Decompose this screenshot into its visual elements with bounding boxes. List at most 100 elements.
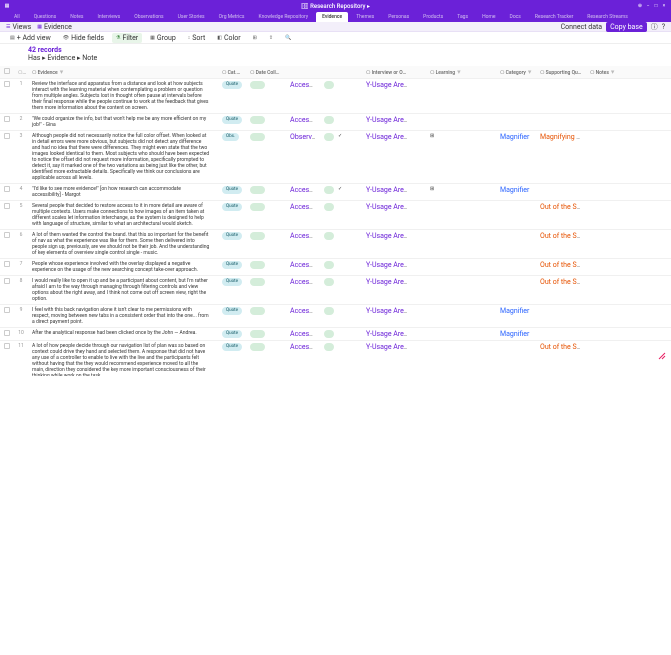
table-row[interactable]: 9I feel with this back navigation alone … xyxy=(0,305,671,328)
tab-all[interactable]: All xyxy=(8,12,26,22)
tab-personas[interactable]: Personas xyxy=(382,12,415,22)
row-height-button[interactable]: ⊞ xyxy=(249,34,261,42)
col-header[interactable]: ⎔ Evidence▾ xyxy=(28,66,218,79)
col-header[interactable] xyxy=(348,66,362,79)
tab-knowledge-repository[interactable]: Knowledge Repository xyxy=(253,12,315,22)
current-view[interactable]: ▦ Evidence xyxy=(37,23,72,31)
col-header[interactable]: ⎔ #▾ xyxy=(14,66,28,79)
col-header[interactable]: ⎔ Interview or Observation▾ xyxy=(362,66,412,79)
connect-data[interactable]: Connect data xyxy=(561,23,603,31)
interview-link[interactable]: Y-Usage Area Testing Direct xyxy=(366,261,412,269)
interview-link[interactable]: Y-Usage Area Testing Direct xyxy=(366,116,412,124)
table-row[interactable]: 10After the analytical response had been… xyxy=(0,328,671,341)
row-checkbox[interactable] xyxy=(4,343,10,349)
row-checkbox[interactable] xyxy=(4,307,10,313)
tab-interviews[interactable]: Interviews xyxy=(91,12,126,22)
interview-link[interactable]: Y-Usage Area Testing Direct xyxy=(366,186,412,194)
resize-handle-icon[interactable] xyxy=(657,351,667,361)
row-checkbox[interactable] xyxy=(4,203,10,209)
group-button[interactable]: ▦ Group xyxy=(146,33,180,43)
col-header[interactable] xyxy=(286,66,320,79)
table-row[interactable]: 3Although people did not necessarily not… xyxy=(0,131,671,184)
tab-org-metrics[interactable]: Org Metrics xyxy=(213,12,251,22)
row-checkbox[interactable] xyxy=(4,278,10,284)
col-header[interactable] xyxy=(466,66,496,79)
col-header[interactable] xyxy=(320,66,334,79)
interview-link[interactable]: Y-Usage Area Testing Direct xyxy=(366,330,412,338)
tab-notes[interactable]: Notes xyxy=(64,12,89,22)
tab-user-stories[interactable]: User Stories xyxy=(172,12,211,22)
interview-link[interactable]: Y-Usage Area Testing Direct xyxy=(366,203,412,211)
link-cell[interactable]: Accessibility-Sensitive xyxy=(290,330,320,338)
help-icon[interactable]: ? xyxy=(662,23,665,31)
row-checkbox[interactable] xyxy=(4,232,10,238)
tab-home[interactable]: Home xyxy=(476,12,501,22)
share-button[interactable]: ⇪ xyxy=(265,34,277,42)
table-row[interactable]: 7People whose experience involved with t… xyxy=(0,259,671,276)
link-cell[interactable]: Accessibility-Sensitive xyxy=(290,81,320,89)
table-row[interactable]: 6A lot of them wanted the control the br… xyxy=(0,230,671,259)
col-header[interactable]: ⎔ Category▾ xyxy=(496,66,536,79)
table-row[interactable]: 11A lot of how people decide through our… xyxy=(0,341,671,377)
tab-questions[interactable]: Questions xyxy=(28,12,62,22)
app-menu-icon[interactable]: ▦ xyxy=(4,3,10,9)
interview-link[interactable]: Y-Usage Area Testing Direct xyxy=(366,133,412,141)
table-row[interactable]: 8I would really like to open it up and b… xyxy=(0,276,671,305)
col-header[interactable]: ⎔ Cat.▾ xyxy=(218,66,246,79)
select-all-checkbox[interactable] xyxy=(4,68,10,74)
maximize-icon[interactable]: □ xyxy=(653,3,659,9)
row-checkbox[interactable] xyxy=(4,81,10,87)
col-header[interactable]: ⎔ Notes▾ xyxy=(586,66,671,79)
table-row[interactable]: 2"We could organize the info, but that w… xyxy=(0,114,671,131)
search-button[interactable]: 🔍 xyxy=(281,34,295,42)
row-checkbox[interactable] xyxy=(4,133,10,139)
link-cell[interactable]: Accessibility-Sensitive xyxy=(290,307,320,315)
row-checkbox[interactable] xyxy=(4,116,10,122)
table-scroll[interactable]: ⎔ #▾⎔ Evidence▾⎔ Cat.▾⎔ Date Collected▾ ⎔… xyxy=(0,66,671,376)
copy-base[interactable]: Copy base xyxy=(606,22,647,32)
interview-link[interactable]: Y-Usage Area Testing Direct xyxy=(366,278,412,286)
tab-tags[interactable]: Tags xyxy=(451,12,474,22)
views-menu[interactable]: ☰ Views xyxy=(6,23,31,31)
tab-products[interactable]: Products xyxy=(417,12,449,22)
col-header[interactable]: ⎔ Supporting Quotes▾ xyxy=(536,66,586,79)
tab-observations[interactable]: Observations xyxy=(128,12,169,22)
hide-fields-button[interactable]: 👁 Hide fields xyxy=(59,33,108,43)
interview-link[interactable]: Y-Usage Area Testing Direct xyxy=(366,232,412,240)
link-cell[interactable]: Accessibility-Sensitive xyxy=(290,343,320,351)
minimize-icon[interactable]: − xyxy=(645,3,651,9)
col-header[interactable]: ⎔ Learning▾ xyxy=(426,66,466,79)
window-title[interactable]: 🗄 Research Repository ▸ xyxy=(301,3,370,10)
row-checkbox[interactable] xyxy=(4,261,10,267)
row-checkbox[interactable] xyxy=(4,186,10,192)
link-cell[interactable]: Accessibility-Sensitive xyxy=(290,278,320,286)
info-icon[interactable]: ⓘ xyxy=(651,22,658,32)
tab-research-tracker[interactable]: Research Tracker xyxy=(529,12,579,22)
filter-button[interactable]: ⚗ Filter xyxy=(112,33,142,43)
tab-evidence[interactable]: Evidence xyxy=(316,12,348,22)
tab-research-streams[interactable]: Research Streams xyxy=(581,12,634,22)
row-checkbox[interactable] xyxy=(4,330,10,336)
tab-themes[interactable]: Themes xyxy=(350,12,380,22)
table-row[interactable]: 1Review the interface and apparatus from… xyxy=(0,79,671,114)
interview-link[interactable]: Y-Usage Area Testing Direct xyxy=(366,81,412,89)
interview-link[interactable]: Y-Usage Area Testing Direct xyxy=(366,343,412,351)
close-icon[interactable]: × xyxy=(661,3,667,9)
tab-docs[interactable]: Docs xyxy=(504,12,527,22)
col-header[interactable] xyxy=(0,66,14,79)
notification-icon[interactable]: ⊕ xyxy=(637,3,643,9)
table-row[interactable]: 4"I'd like to see more evidence!" [on ho… xyxy=(0,184,671,201)
link-cell[interactable]: Observation ⊞ Usability Sessions xyxy=(290,133,320,141)
interview-link[interactable]: Y-Usage Area Testing Direct xyxy=(366,307,412,315)
add-view-button[interactable]: ▤ + Add view xyxy=(6,33,55,43)
link-cell[interactable]: Accessibility-Sensitive xyxy=(290,116,320,124)
col-header[interactable] xyxy=(334,66,348,79)
color-button[interactable]: ◧ Color xyxy=(213,33,244,43)
link-cell[interactable]: Accessibility-Sensitive xyxy=(290,261,320,269)
col-header[interactable]: ⎔ Date Collected▾ xyxy=(246,66,286,79)
link-cell[interactable]: Accessibility-Sensitive xyxy=(290,203,320,211)
col-header[interactable] xyxy=(412,66,426,79)
link-cell[interactable]: Accessibility-Sensitive xyxy=(290,232,320,240)
link-cell[interactable]: Accessibility-Sensitive xyxy=(290,186,320,194)
sort-button[interactable]: ↕ Sort xyxy=(184,33,209,43)
